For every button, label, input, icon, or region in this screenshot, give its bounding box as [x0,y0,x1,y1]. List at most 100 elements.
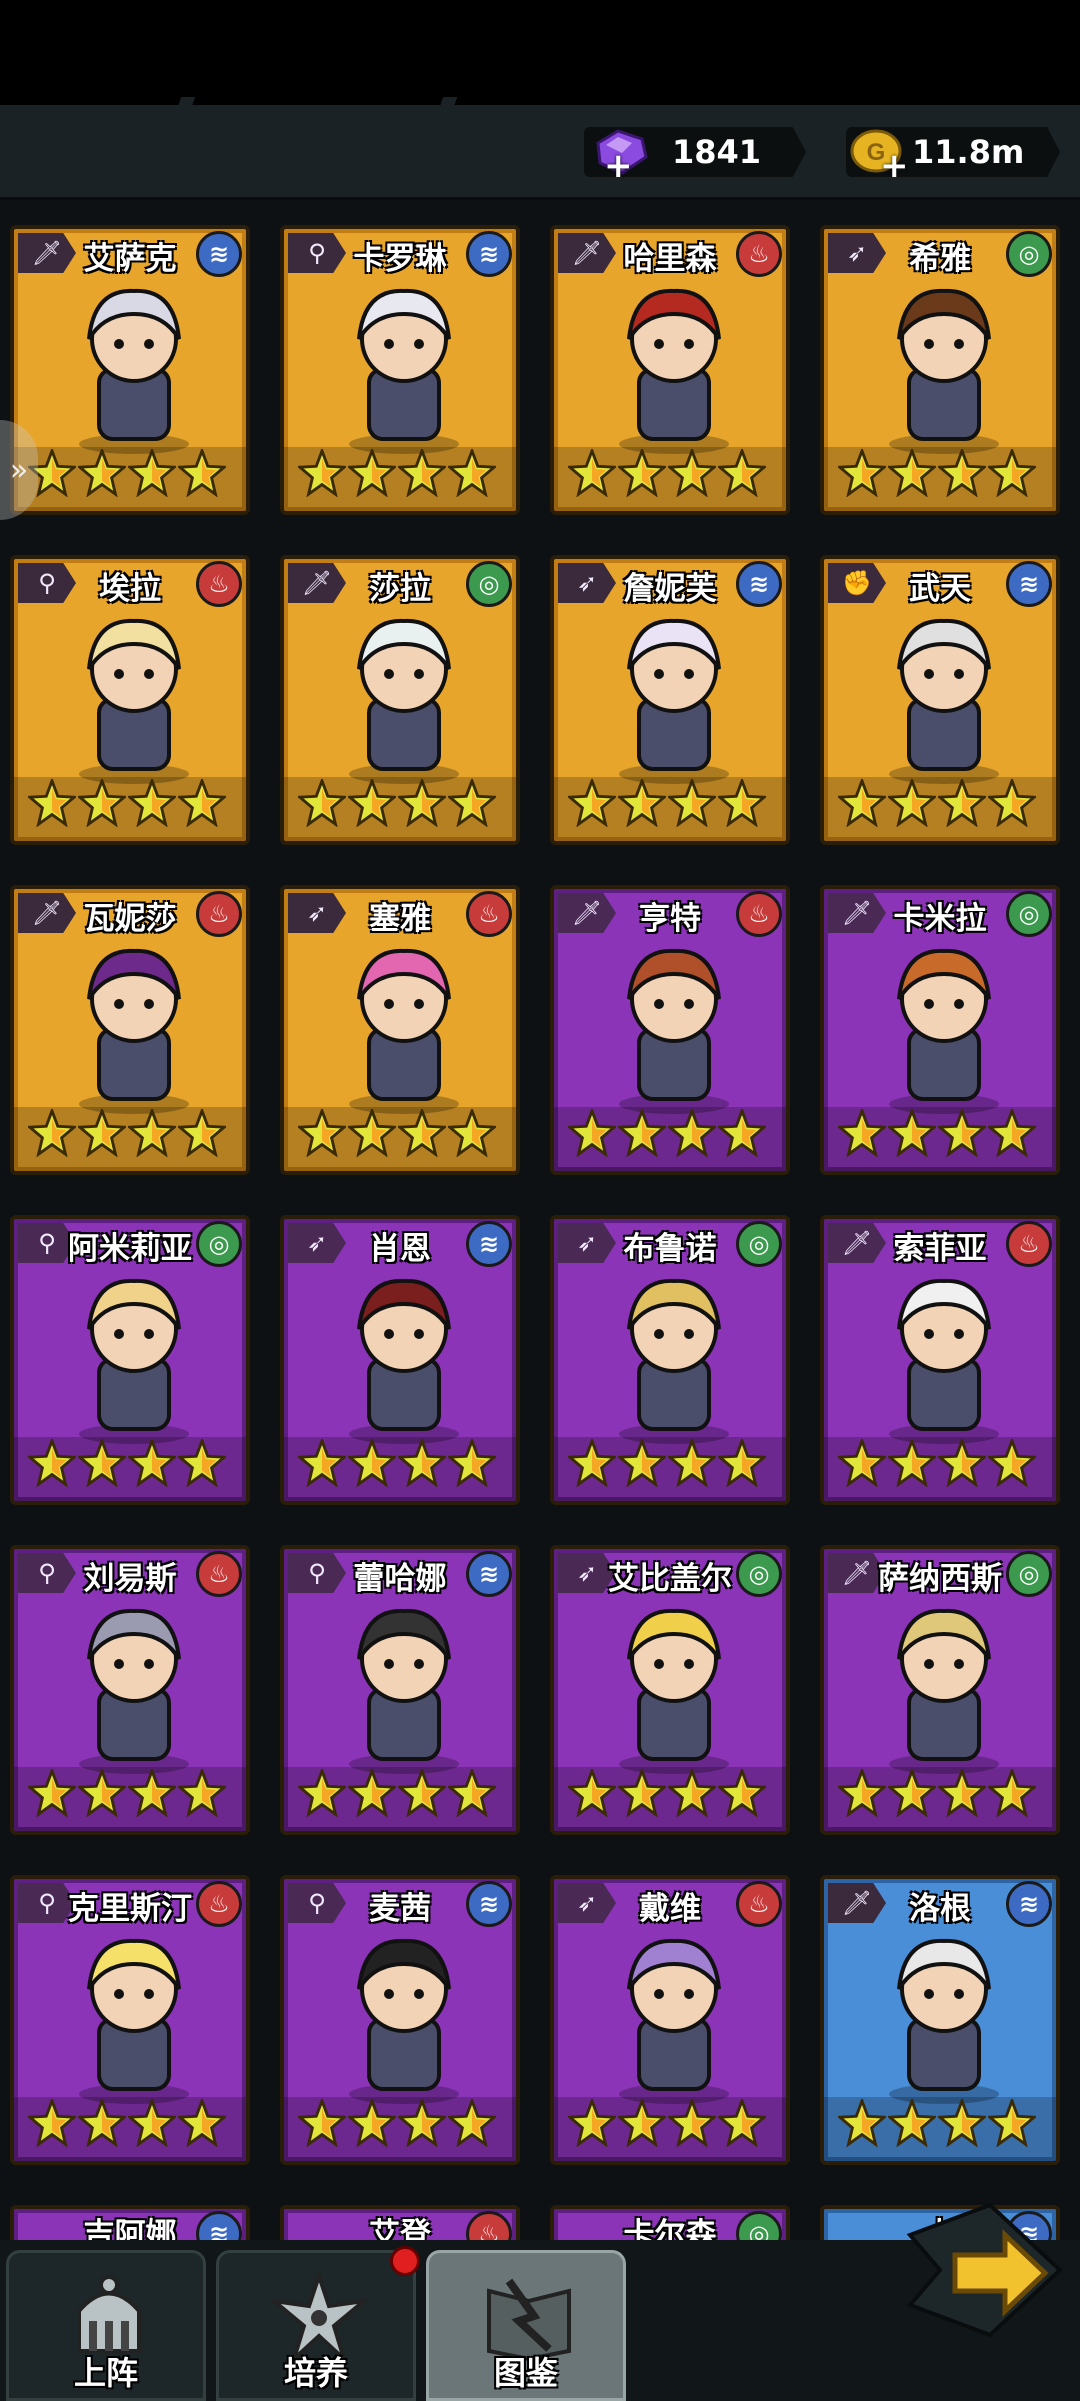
star-icon [78,1109,126,1157]
hero-card[interactable]: 🗡 洛根 ≋ [820,1875,1060,2165]
hero-card-partial[interactable]: 吉阿娜 ≋ [10,2205,250,2240]
star-icon [668,449,716,497]
water-element-icon: ≋ [466,231,512,277]
hero-card[interactable]: 🗡 亨特 ♨ [550,885,790,1175]
gold-plus-icon[interactable]: + [880,149,909,177]
hero-card[interactable]: ➶ 布鲁诺 ◎ [550,1215,790,1505]
star-icon [668,1439,716,1487]
star-icon [448,2099,496,2147]
nav-deploy-button[interactable]: 上阵 [6,2250,206,2401]
wind-element-icon: ◎ [736,1551,782,1597]
star-icon [348,2099,396,2147]
star-rating [28,1769,226,1817]
hero-card[interactable]: ⚲ 埃拉 ♨ [10,555,250,845]
hero-card[interactable]: ➶ 肖恩 ≋ [280,1215,520,1505]
gold-counter[interactable]: G + 11.8m [846,127,1060,177]
hero-card[interactable]: ⚲ 卡罗琳 ≋ [280,225,520,515]
hero-portrait [619,1938,729,2104]
star-rating [838,1109,1036,1157]
star-icon [28,1439,76,1487]
hero-portrait [79,288,189,454]
hero-portrait [619,948,729,1114]
water-element-icon: ≋ [196,231,242,277]
star-icon [298,1109,346,1157]
star-rating [568,449,766,497]
hero-card[interactable]: ➶ 戴维 ♨ [550,1875,790,2165]
hero-portrait [349,618,459,784]
hero-card[interactable]: ✊ 武天 ≋ [820,555,1060,845]
star-rating [298,1109,496,1157]
hero-card[interactable]: ⚲ 麦茜 ≋ [280,1875,520,2165]
star-icon [718,1109,766,1157]
water-element-icon: ≋ [466,1551,512,1597]
hero-card[interactable]: 🗡 萨纳西斯 ◎ [820,1545,1060,1835]
hero-card[interactable]: 🗡 莎拉 ◎ [280,555,520,845]
star-icon [348,449,396,497]
fire-element-icon: ♨ [196,561,242,607]
star-icon [888,1109,936,1157]
hero-card-partial[interactable]: 卡尔森 ◎ [550,2205,790,2240]
hero-portrait [889,288,999,454]
star-icon [298,1439,346,1487]
hero-portrait [889,1608,999,1774]
star-rating [298,779,496,827]
star-icon [398,2099,446,2147]
star-icon [78,779,126,827]
hero-card[interactable]: ➶ 詹妮芙 ≋ [550,555,790,845]
hero-portrait [79,618,189,784]
hero-portrait [79,1608,189,1774]
hero-card[interactable]: ⚲ 阿米莉亚 ◎ [10,1215,250,1505]
star-icon [718,1769,766,1817]
nav-train-button[interactable]: 培养 [216,2250,416,2401]
star-icon [718,2099,766,2147]
star-icon [348,779,396,827]
star-icon [298,779,346,827]
water-element-icon: ≋ [466,1221,512,1267]
next-arrow-button[interactable] [900,2195,1070,2345]
nav-codex-button[interactable]: 图鉴 [426,2250,626,2401]
star-icon [668,1109,716,1157]
hero-card[interactable]: ➶ 艾比盖尔 ◎ [550,1545,790,1835]
hero-portrait [619,618,729,784]
wind-element-icon: ◎ [736,1221,782,1267]
star-icon [938,779,986,827]
hero-card-partial[interactable]: 艾登 ♨ [280,2205,520,2240]
hero-card[interactable]: ⚲ 蕾哈娜 ≋ [280,1545,520,1835]
star-rating [568,1769,766,1817]
hero-card[interactable]: ➶ 塞雅 ♨ [280,885,520,1175]
star-icon [988,2099,1036,2147]
star-icon [838,1109,886,1157]
hero-card[interactable]: 🗡 瓦妮莎 ♨ [10,885,250,1175]
star-rating [568,1109,766,1157]
gem-plus-icon[interactable]: + [604,149,633,177]
star-icon [398,1439,446,1487]
star-icon [128,449,176,497]
hero-portrait [79,948,189,1114]
hero-card[interactable]: ➶ 希雅 ◎ [820,225,1060,515]
hero-portrait [349,948,459,1114]
hero-card[interactable]: ⚲ 刘易斯 ♨ [10,1545,250,1835]
hero-portrait [79,1938,189,2104]
star-icon [938,1109,986,1157]
star-icon [348,1109,396,1157]
gem-counter[interactable]: + 1841 [584,127,806,177]
gold-amount: 11.8m [912,133,1025,171]
star-icon [668,779,716,827]
star-icon [568,1439,616,1487]
star-icon [398,779,446,827]
hero-card[interactable]: 🗡 索菲亚 ♨ [820,1215,1060,1505]
star-icon [938,1439,986,1487]
star-icon [618,2099,666,2147]
star-icon [888,449,936,497]
star-icon [178,1439,226,1487]
hero-card[interactable]: 🗡 哈里森 ♨ [550,225,790,515]
hero-codex-grid[interactable]: 🗡 艾萨克 ≋ ⚲ 卡罗琳 ≋ 🗡 哈里森 ♨ ➶ 希雅 ◎ ⚲ 埃拉 ♨ 🗡 莎拉 ◎ ➶ 詹妮芙 ≋ ✊ 武天 ≋ 🗡 瓦妮莎… [0,200,1080,2240]
fire-element-icon: ♨ [736,1881,782,1927]
hero-card[interactable]: ⚲ 克里斯汀 ♨ [10,1875,250,2165]
star-icon [718,449,766,497]
hero-card[interactable]: 🗡 卡米拉 ◎ [820,885,1060,1175]
star-icon [28,1769,76,1817]
fire-element-icon: ♨ [196,891,242,937]
hero-card[interactable]: 🗡 艾萨克 ≋ [10,225,250,515]
star-icon [938,2099,986,2147]
